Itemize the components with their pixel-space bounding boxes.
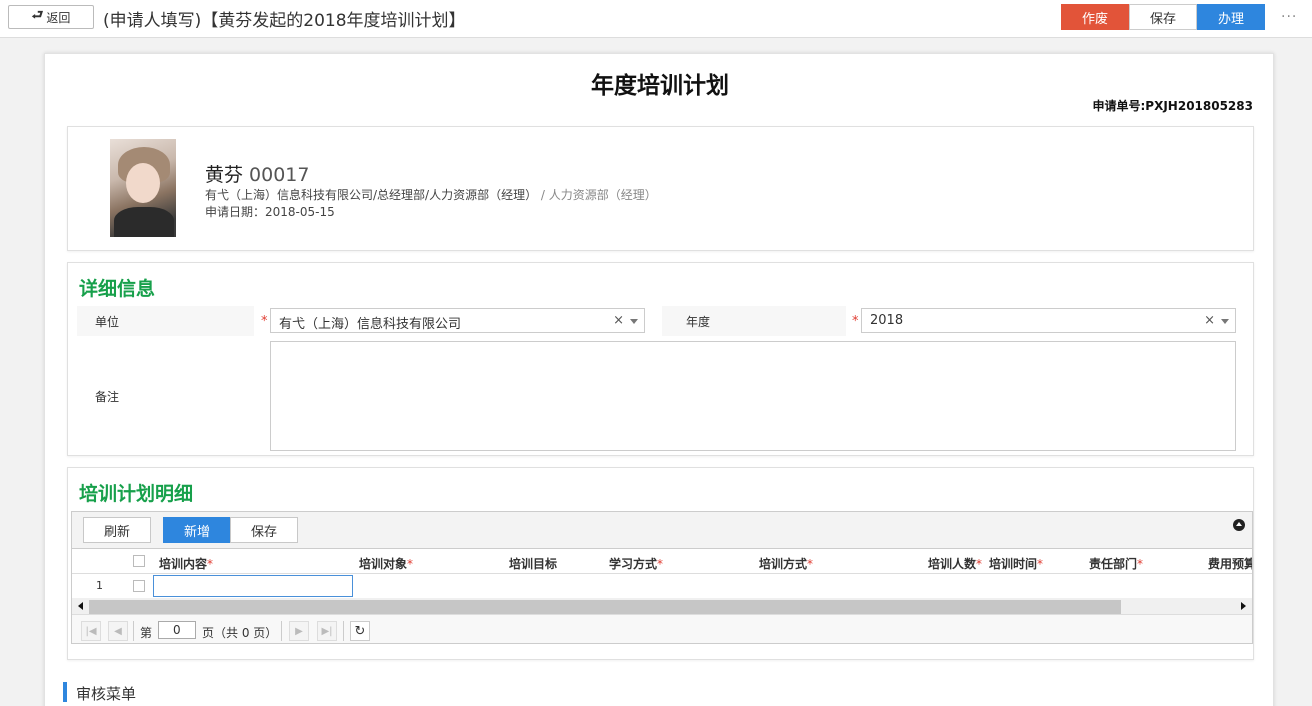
year-required-mark: * — [852, 314, 859, 329]
save-button[interactable]: 保存 — [1129, 4, 1197, 30]
more-icon[interactable]: ··· — [1281, 9, 1297, 25]
handle-button[interactable]: 办理 — [1197, 4, 1265, 30]
col-content: 培训内容* — [159, 557, 214, 571]
applicant-name: 黄芬 00017 — [205, 160, 309, 187]
add-row-button[interactable]: 新增 — [163, 517, 231, 543]
action-buttons: 作废 保存 办理 — [1061, 4, 1265, 30]
reload-icon[interactable]: ↻ — [350, 621, 370, 641]
last-page-icon[interactable]: ▶| — [317, 621, 337, 641]
col-department: 责任部门* — [1089, 557, 1144, 571]
audit-title: 审核菜单 — [76, 685, 137, 703]
unit-value: 有弋（上海）信息科技有限公司 — [279, 317, 462, 332]
applicant-card: 黄芬 00017 有弋（上海）信息科技有限公司/总经理部/人力资源部（经理） / … — [67, 126, 1254, 251]
remark-textarea[interactable] — [270, 341, 1236, 451]
void-button[interactable]: 作废 — [1061, 4, 1129, 30]
collapse-icon[interactable] — [1233, 519, 1245, 531]
apply-date: 申请日期：2018-05-15 — [205, 205, 335, 219]
scroll-thumb[interactable] — [89, 600, 1121, 614]
document-title: 年度培训计划 — [591, 73, 729, 99]
pager: |◀ ◀ 第 0 页（共 0 页） ▶ ▶| ↻ — [72, 614, 1252, 643]
details-section: 详细信息 单位 * 有弋（上海）信息科技有限公司 × 年度 * 2018 × 备… — [67, 262, 1254, 456]
col-learning-method: 学习方式* — [609, 557, 664, 571]
horizontal-scrollbar[interactable] — [72, 598, 1252, 614]
prev-page-icon[interactable]: ◀ — [108, 621, 128, 641]
window-title: (申请人填写)【黄芬发起的2018年度培训计划】 — [103, 11, 466, 31]
page-suffix: 页（共 0 页） — [202, 626, 278, 640]
grid-toolbar: 刷新 新增 保存 — [72, 512, 1252, 549]
grid-save-button[interactable]: 保存 — [230, 517, 298, 543]
audit-accent-bar — [63, 682, 67, 702]
table-row[interactable]: 1 — [72, 574, 1252, 598]
scroll-left-icon[interactable] — [78, 602, 83, 610]
document-sheet: 年度培训计划 申请单号:PXJH201805283 黄芬 00017 有弋（上海）… — [44, 53, 1274, 706]
year-value: 2018 — [870, 313, 904, 328]
department-secondary: / 人力资源部（经理） — [540, 188, 657, 202]
employee-code: 00017 — [249, 164, 310, 186]
top-bar: ⮐ 返回 (申请人填写)【黄芬发起的2018年度培训计划】 作废 保存 办理 ·… — [0, 0, 1312, 38]
next-page-icon[interactable]: ▶ — [289, 621, 309, 641]
content-cell-editor[interactable] — [153, 575, 353, 597]
refresh-button[interactable]: 刷新 — [83, 517, 151, 543]
unit-label: 单位 — [95, 315, 120, 329]
department-main: 有弋（上海）信息科技有限公司/总经理部/人力资源部（经理） — [205, 188, 538, 202]
unit-required-mark: * — [261, 314, 268, 329]
unit-select[interactable]: 有弋（上海）信息科技有限公司 × — [270, 308, 645, 333]
plan-grid: 刷新 新增 保存 培训内容* 培训对象* 培训目标 学习方式* 培训方式* 培训… — [71, 511, 1253, 644]
year-select[interactable]: 2018 × — [861, 308, 1236, 333]
select-all-checkbox[interactable] — [133, 555, 145, 567]
avatar — [110, 139, 176, 237]
plan-title: 培训计划明细 — [79, 483, 194, 505]
application-number: 申请单号:PXJH201805283 — [1092, 99, 1253, 113]
col-time: 培训时间* — [989, 557, 1044, 571]
year-label: 年度 — [686, 315, 711, 329]
year-clear-icon[interactable]: × — [1204, 313, 1215, 328]
grid-header: 培训内容* 培训对象* 培训目标 学习方式* 培训方式* 培训人数* 培训时间*… — [72, 549, 1252, 574]
back-label: 返回 — [46, 10, 71, 25]
plan-section: 培训计划明细 刷新 新增 保存 培训内容* 培训对象* 培训目标 学习方式* 培… — [67, 467, 1254, 660]
row-number: 1 — [96, 579, 103, 592]
col-headcount: 培训人数* — [928, 557, 983, 571]
applicant-department: 有弋（上海）信息科技有限公司/总经理部/人力资源部（经理） / 人力资源部（经理… — [205, 186, 657, 203]
col-target: 培训对象* — [359, 557, 414, 571]
col-budget: 费用预算 — [1208, 557, 1253, 571]
page-prefix: 第 — [140, 626, 153, 640]
back-button[interactable]: ⮐ 返回 — [8, 5, 94, 29]
scroll-right-icon[interactable] — [1241, 602, 1246, 610]
back-arrow-icon: ⮐ — [31, 8, 44, 23]
applicant-name-text: 黄芬 — [205, 164, 244, 186]
unit-clear-icon[interactable]: × — [613, 313, 624, 328]
page-input[interactable]: 0 — [158, 621, 196, 639]
remark-label: 备注 — [95, 390, 120, 404]
year-dropdown-icon[interactable] — [1221, 319, 1229, 324]
unit-dropdown-icon[interactable] — [630, 319, 638, 324]
row-checkbox[interactable] — [133, 580, 145, 592]
first-page-icon[interactable]: |◀ — [81, 621, 101, 641]
details-title: 详细信息 — [79, 278, 156, 300]
col-goal: 培训目标 — [509, 557, 558, 571]
col-training-method: 培训方式* — [759, 557, 814, 571]
